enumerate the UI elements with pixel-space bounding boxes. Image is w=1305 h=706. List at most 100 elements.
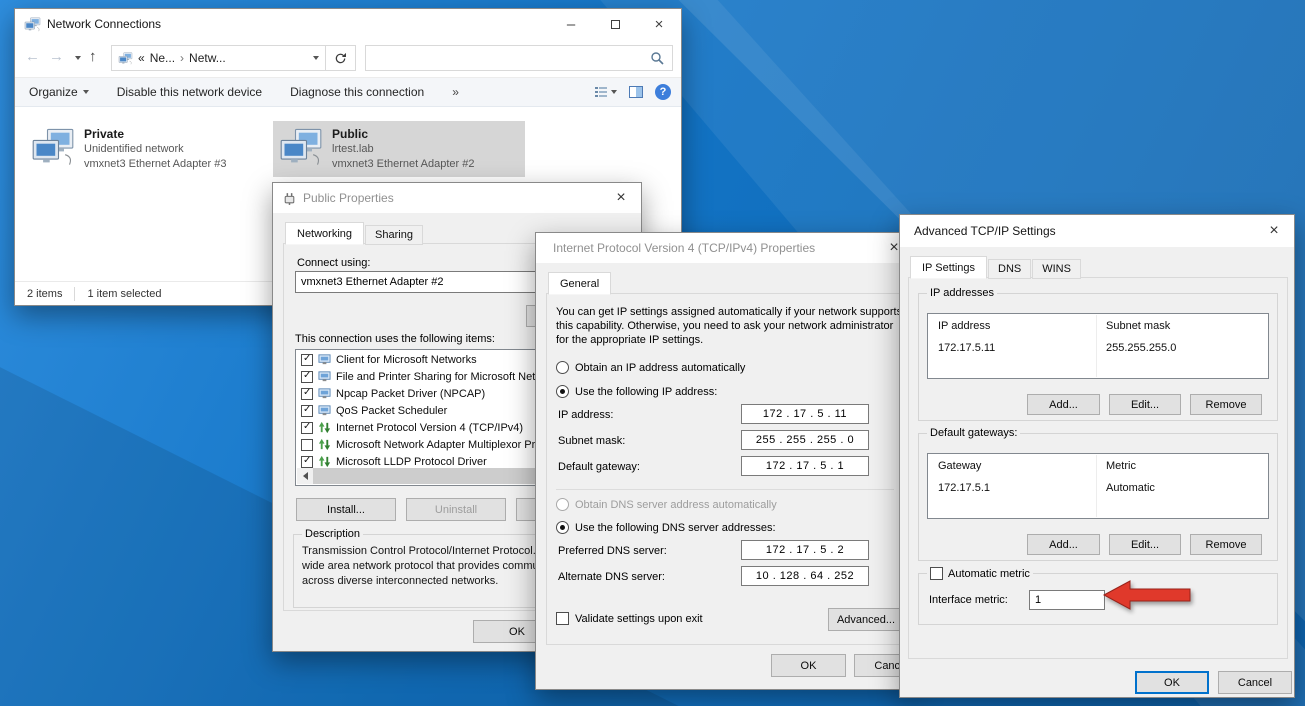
tab-wins[interactable]: WINS xyxy=(1032,259,1081,279)
search-input[interactable] xyxy=(374,51,650,65)
gateway-value: 172.17.5.1 xyxy=(938,482,990,494)
item-checkbox[interactable] xyxy=(301,371,313,383)
back-button[interactable]: ← xyxy=(25,48,40,65)
client-service-icon xyxy=(318,370,331,383)
breadcrumb-item[interactable]: Netw... xyxy=(189,51,226,65)
explorer-command-bar: Organize Disable this network device Dia… xyxy=(15,77,681,107)
scroll-left-button[interactable] xyxy=(297,468,313,484)
ip-address-field[interactable]: 172 . 17 . 5 . 11 xyxy=(741,404,869,424)
scrollbar-thumb[interactable] xyxy=(313,468,553,484)
tab-dns[interactable]: DNS xyxy=(988,259,1031,279)
breadcrumb-overflow-chevron[interactable]: « xyxy=(138,51,145,65)
radio-obtain-dns[interactable]: Obtain DNS server address automatically xyxy=(556,498,777,511)
item-checkbox[interactable] xyxy=(301,405,313,417)
gateways-listview[interactable]: Gateway Metric 172.17.5.1 Automatic xyxy=(927,453,1269,519)
item-checkbox[interactable] xyxy=(301,422,313,434)
radio-label: Obtain an IP address automatically xyxy=(575,362,745,374)
interface-metric-label: Interface metric: xyxy=(929,594,1008,606)
preferred-dns-field[interactable]: 172 . 17 . 5 . 2 xyxy=(741,540,869,560)
ip-add-button[interactable]: Add... xyxy=(1027,394,1100,415)
item-checkbox[interactable] xyxy=(301,354,313,366)
tab-ip-settings[interactable]: IP Settings xyxy=(910,256,987,279)
protocol-icon xyxy=(318,421,331,434)
item-label: Microsoft LLDP Protocol Driver xyxy=(336,456,487,468)
alternate-dns-field[interactable]: 10 . 128 . 64 . 252 xyxy=(741,566,869,586)
ok-button[interactable]: OK xyxy=(1135,671,1209,694)
radio-icon[interactable] xyxy=(556,498,569,511)
column-divider xyxy=(1096,455,1097,517)
cancel-button[interactable]: Cancel xyxy=(1218,671,1292,694)
item-checkbox[interactable] xyxy=(301,439,313,451)
close-button[interactable]: × xyxy=(1254,215,1294,247)
close-button[interactable]: × xyxy=(601,183,641,213)
refresh-button[interactable] xyxy=(326,45,356,71)
metric-value: Automatic xyxy=(1106,482,1155,494)
checkbox-label: Automatic metric xyxy=(948,568,1030,580)
automatic-metric-checkbox[interactable]: Automatic metric xyxy=(927,567,1033,580)
uninstall-button[interactable]: Uninstall xyxy=(406,498,506,521)
advanced-button[interactable]: Advanced... xyxy=(828,608,904,631)
interface-metric-field[interactable]: 1 xyxy=(1029,590,1105,610)
validate-settings-checkbox[interactable]: Validate settings upon exit xyxy=(556,612,703,625)
dialog-titlebar: Public Properties × xyxy=(273,183,641,213)
maximize-button[interactable] xyxy=(593,9,637,39)
connection-items-label: This connection uses the following items… xyxy=(295,333,495,345)
history-dropdown-icon[interactable] xyxy=(75,56,81,60)
item-checkbox[interactable] xyxy=(301,456,313,468)
advanced-tcpip-dialog: Advanced TCP/IP Settings × IP Settings D… xyxy=(899,214,1295,698)
tab-sharing[interactable]: Sharing xyxy=(365,225,423,245)
ok-button[interactable]: OK xyxy=(771,654,846,677)
ip-remove-button[interactable]: Remove xyxy=(1190,394,1262,415)
checkbox-icon[interactable] xyxy=(556,612,569,625)
address-dropdown-icon[interactable] xyxy=(313,56,319,60)
network-profile-name: Public xyxy=(332,127,474,142)
radio-use-dns[interactable]: Use the following DNS server addresses: xyxy=(556,521,776,534)
radio-label: Use the following DNS server addresses: xyxy=(575,522,776,534)
radio-icon[interactable] xyxy=(556,361,569,374)
network-status: Unidentified network xyxy=(84,142,226,157)
install-button[interactable]: Install... xyxy=(296,498,396,521)
protocol-icon xyxy=(318,438,331,451)
organize-menu[interactable]: Organize xyxy=(29,85,89,99)
adapter-plug-icon xyxy=(282,191,297,206)
gateway-add-button[interactable]: Add... xyxy=(1027,534,1100,555)
radio-obtain-ip[interactable]: Obtain an IP address automatically xyxy=(556,361,745,374)
annotation-arrow-icon xyxy=(1102,578,1192,612)
ip-addresses-listview[interactable]: IP address Subnet mask 172.17.5.11 255.2… xyxy=(927,313,1269,379)
diagnose-connection-button[interactable]: Diagnose this connection xyxy=(290,85,424,99)
item-label: Internet Protocol Version 4 (TCP/IPv4) xyxy=(336,422,523,434)
close-button[interactable]: × xyxy=(637,9,681,39)
ip-addresses-group-title: IP addresses xyxy=(930,287,994,299)
tab-networking[interactable]: Networking xyxy=(285,222,364,245)
breadcrumb-item[interactable]: Ne... xyxy=(150,51,175,65)
checkbox-icon[interactable] xyxy=(930,567,943,580)
radio-icon[interactable] xyxy=(556,521,569,534)
ip-address-label: IP address: xyxy=(558,409,613,421)
window-controls: – × xyxy=(549,9,681,39)
minimize-button[interactable]: – xyxy=(549,9,593,39)
view-controls: ? xyxy=(594,78,671,106)
network-item-public[interactable]: Public lrtest.lab vmxnet3 Ethernet Adapt… xyxy=(273,121,525,177)
item-checkbox[interactable] xyxy=(301,388,313,400)
address-bar[interactable]: « Ne... › Netw... xyxy=(111,45,326,71)
gateway-edit-button[interactable]: Edit... xyxy=(1109,534,1181,555)
subnet-mask-field[interactable]: 255 . 255 . 255 . 0 xyxy=(741,430,869,450)
radio-use-ip[interactable]: Use the following IP address: xyxy=(556,385,717,398)
radio-icon[interactable] xyxy=(556,385,569,398)
scroll-left-icon xyxy=(303,472,308,480)
gateway-remove-button[interactable]: Remove xyxy=(1190,534,1262,555)
forward-button[interactable]: → xyxy=(49,48,64,65)
network-item-private[interactable]: Private Unidentified network vmxnet3 Eth… xyxy=(25,121,271,177)
list-view-icon xyxy=(594,86,608,98)
help-button[interactable]: ? xyxy=(655,84,671,100)
preview-pane-icon[interactable] xyxy=(629,86,643,98)
disable-network-device-button[interactable]: Disable this network device xyxy=(117,85,262,99)
change-view-button[interactable] xyxy=(594,86,617,98)
tab-general[interactable]: General xyxy=(548,272,611,295)
explorer-titlebar: Network Connections – × xyxy=(15,9,681,39)
mask-value: 255.255.255.0 xyxy=(1106,342,1176,354)
default-gateway-field[interactable]: 172 . 17 . 5 . 1 xyxy=(741,456,869,476)
toolbar-overflow-button[interactable]: » xyxy=(452,85,459,99)
up-button[interactable]: ↑ xyxy=(89,48,97,65)
ip-edit-button[interactable]: Edit... xyxy=(1109,394,1181,415)
